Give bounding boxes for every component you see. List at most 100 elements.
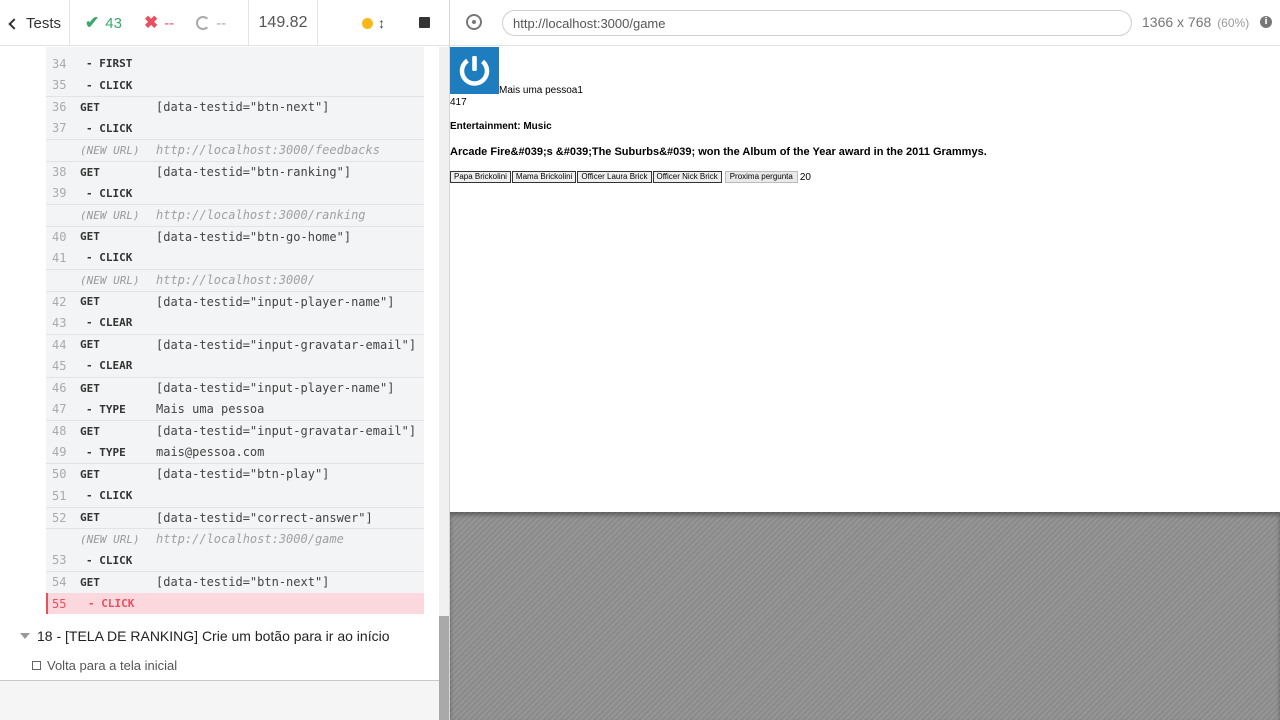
- command-row[interactable]: 36 GET [data-testid="btn-next"]: [46, 96, 424, 117]
- command-number: 42: [52, 294, 67, 309]
- suite-title[interactable]: 18 - [TELA DE RANKING] Crie um botão par…: [0, 625, 439, 647]
- running-dot-icon: [362, 18, 373, 29]
- command-name: GET: [80, 230, 100, 244]
- command-row[interactable]: 42 GET [data-testid="input-player-name"]: [46, 290, 424, 312]
- player-score: 417: [450, 97, 467, 108]
- url-text: http://localhost:3000/game: [513, 15, 666, 31]
- command-name: (NEW URL): [80, 208, 140, 222]
- command-message: http://localhost:3000/feedbacks: [156, 143, 380, 158]
- passed-count: 43: [105, 14, 122, 32]
- command-name: (NEW URL): [80, 532, 140, 546]
- command-message: [data-testid="btn-next"]: [156, 100, 330, 115]
- reporter-header: Tests ✔ 43 ✖ -- -- 149.82 ↕: [0, 0, 449, 46]
- question-text: Arcade Fire&#039;s &#039;The Suburbs&#03…: [450, 146, 987, 158]
- command-message: http://localhost:3000/ranking: [156, 208, 366, 223]
- command-number: 53: [52, 553, 67, 568]
- x-icon: ✖: [143, 13, 159, 32]
- command-name: - CLEAR: [86, 316, 133, 330]
- scroll-arrows-icon[interactable]: ↕: [378, 15, 385, 31]
- command-message: [data-testid="input-player-name"]: [156, 381, 395, 395]
- viewport-size: 1366 x 768: [1142, 14, 1212, 30]
- command-name: - CLEAR: [86, 359, 133, 373]
- command-row[interactable]: 46 GET [data-testid="input-player-name"]: [46, 377, 424, 398]
- test-item[interactable]: Volta para a tela inicial: [0, 654, 439, 676]
- command-row[interactable]: 41 - CLICK: [46, 247, 424, 268]
- command-number: 34: [52, 56, 67, 71]
- selector-playground-icon[interactable]: [466, 14, 482, 30]
- command-number: 50: [52, 467, 67, 482]
- command-row[interactable]: 47 - TYPE Mais uma pessoa: [46, 399, 424, 420]
- timer: 20: [799, 171, 811, 183]
- new-url-row[interactable]: (NEW URL) http://localhost:3000/ranking: [46, 204, 424, 225]
- command-row[interactable]: 40 GET [data-testid="btn-go-home"]: [46, 225, 424, 247]
- command-message: Mais uma pessoa: [156, 402, 265, 417]
- tests-button[interactable]: Tests: [0, 0, 70, 46]
- command-row[interactable]: 52 GET [data-testid="correct-answer"]: [46, 506, 424, 528]
- viewport-info[interactable]: 1366 x 768 (60%): [1142, 14, 1249, 30]
- command-row[interactable]: 43 - CLEAR: [46, 312, 424, 333]
- command-number: 52: [52, 510, 67, 525]
- answer-button[interactable]: Officer Laura Brick: [577, 171, 652, 183]
- command-row[interactable]: 35 - CLICK: [46, 75, 424, 96]
- command-number: 38: [52, 165, 67, 179]
- answer-button[interactable]: Officer Nick Brick: [652, 171, 722, 183]
- command-row[interactable]: 50 GET [data-testid="btn-play"]: [46, 463, 424, 484]
- command-message: http://localhost:3000/game: [156, 532, 344, 547]
- command-message: [data-testid="input-player-name"]: [156, 294, 395, 309]
- command-number: 40: [52, 229, 67, 244]
- command-row[interactable]: 38 GET [data-testid="btn-ranking"]: [46, 161, 424, 182]
- check-icon: ✔: [85, 13, 100, 32]
- command-row[interactable]: 34 - FIRST: [46, 53, 424, 74]
- aut-background: [450, 512, 1280, 720]
- command-name: - CLICK: [86, 121, 133, 135]
- command-row[interactable]: 44 GET [data-testid="input-gravatar-email"…: [46, 333, 424, 355]
- command-name: (NEW URL): [80, 273, 140, 287]
- command-message: [data-testid="input-gravatar-email"]: [156, 337, 417, 352]
- command-number: 39: [52, 186, 67, 201]
- command-row[interactable]: 53 - CLICK: [46, 550, 424, 571]
- new-url-row[interactable]: (NEW URL) http://localhost:3000/game: [46, 528, 424, 549]
- command-name: - CLICK: [86, 553, 133, 567]
- command-message: http://localhost:3000/: [156, 273, 315, 287]
- command-number: 47: [52, 402, 67, 417]
- command-name: - FIRST: [86, 57, 133, 70]
- pending-stat: --: [196, 15, 226, 32]
- duration: 149.82: [248, 0, 318, 46]
- answer-button[interactable]: Papa Brickolini: [450, 171, 511, 183]
- next-question-button[interactable]: Proxima pergunta: [724, 171, 798, 183]
- url-bar[interactable]: http://localhost:3000/game: [502, 10, 1132, 36]
- command-row[interactable]: 48 GET [data-testid="input-gravatar-email"…: [46, 420, 424, 441]
- aut-iframe: Mais uma pessoa1 417 Entertainment: Musi…: [450, 46, 1280, 512]
- pending-count: --: [216, 14, 227, 32]
- info-icon[interactable]: i: [1260, 16, 1272, 28]
- pending-spinner-icon: [196, 16, 211, 30]
- player-name: Mais uma pessoa1: [499, 85, 583, 96]
- command-row[interactable]: 39 - CLICK: [46, 183, 424, 204]
- command-name: - TYPE: [86, 445, 126, 459]
- reporter-panel: Tests ✔ 43 ✖ -- -- 149.82 ↕ 34 - FIRST 3…: [0, 0, 450, 720]
- command-number: 36: [52, 100, 67, 115]
- command-message: [data-testid="correct-answer"]: [156, 510, 373, 525]
- caret-down-icon: [20, 633, 30, 639]
- command-row[interactable]: 45 - CLEAR: [46, 355, 424, 376]
- command-number: 55: [52, 596, 67, 611]
- command-name: GET: [80, 575, 100, 589]
- answer-button[interactable]: Mama Brickolini: [511, 171, 577, 183]
- new-url-row[interactable]: (NEW URL) http://localhost:3000/: [46, 269, 424, 290]
- scrollbar-thumb[interactable]: [439, 616, 449, 720]
- command-row[interactable]: 55 - CLICK: [46, 593, 424, 614]
- command-row[interactable]: 51 - CLICK: [46, 485, 424, 506]
- test-stats: ✔ 43 ✖ -- --: [71, 0, 248, 46]
- command-number: 51: [52, 488, 67, 503]
- command-message: [data-testid="btn-play"]: [156, 467, 330, 482]
- new-url-row[interactable]: (NEW URL) http://localhost:3000/feedbacks: [46, 139, 424, 160]
- reporter-scrollbar[interactable]: [439, 47, 449, 720]
- command-row[interactable]: 49 - TYPE mais@pessoa.com: [46, 442, 424, 463]
- stop-icon[interactable]: [419, 17, 430, 28]
- command-row[interactable]: 54 GET [data-testid="btn-next"]: [46, 571, 424, 592]
- command-name: - CLICK: [86, 186, 133, 200]
- command-number: 37: [52, 121, 67, 136]
- player-avatar: [450, 47, 499, 94]
- command-row[interactable]: 37 - CLICK: [46, 118, 424, 139]
- aut-header: http://localhost:3000/game 1366 x 768 (6…: [450, 0, 1280, 46]
